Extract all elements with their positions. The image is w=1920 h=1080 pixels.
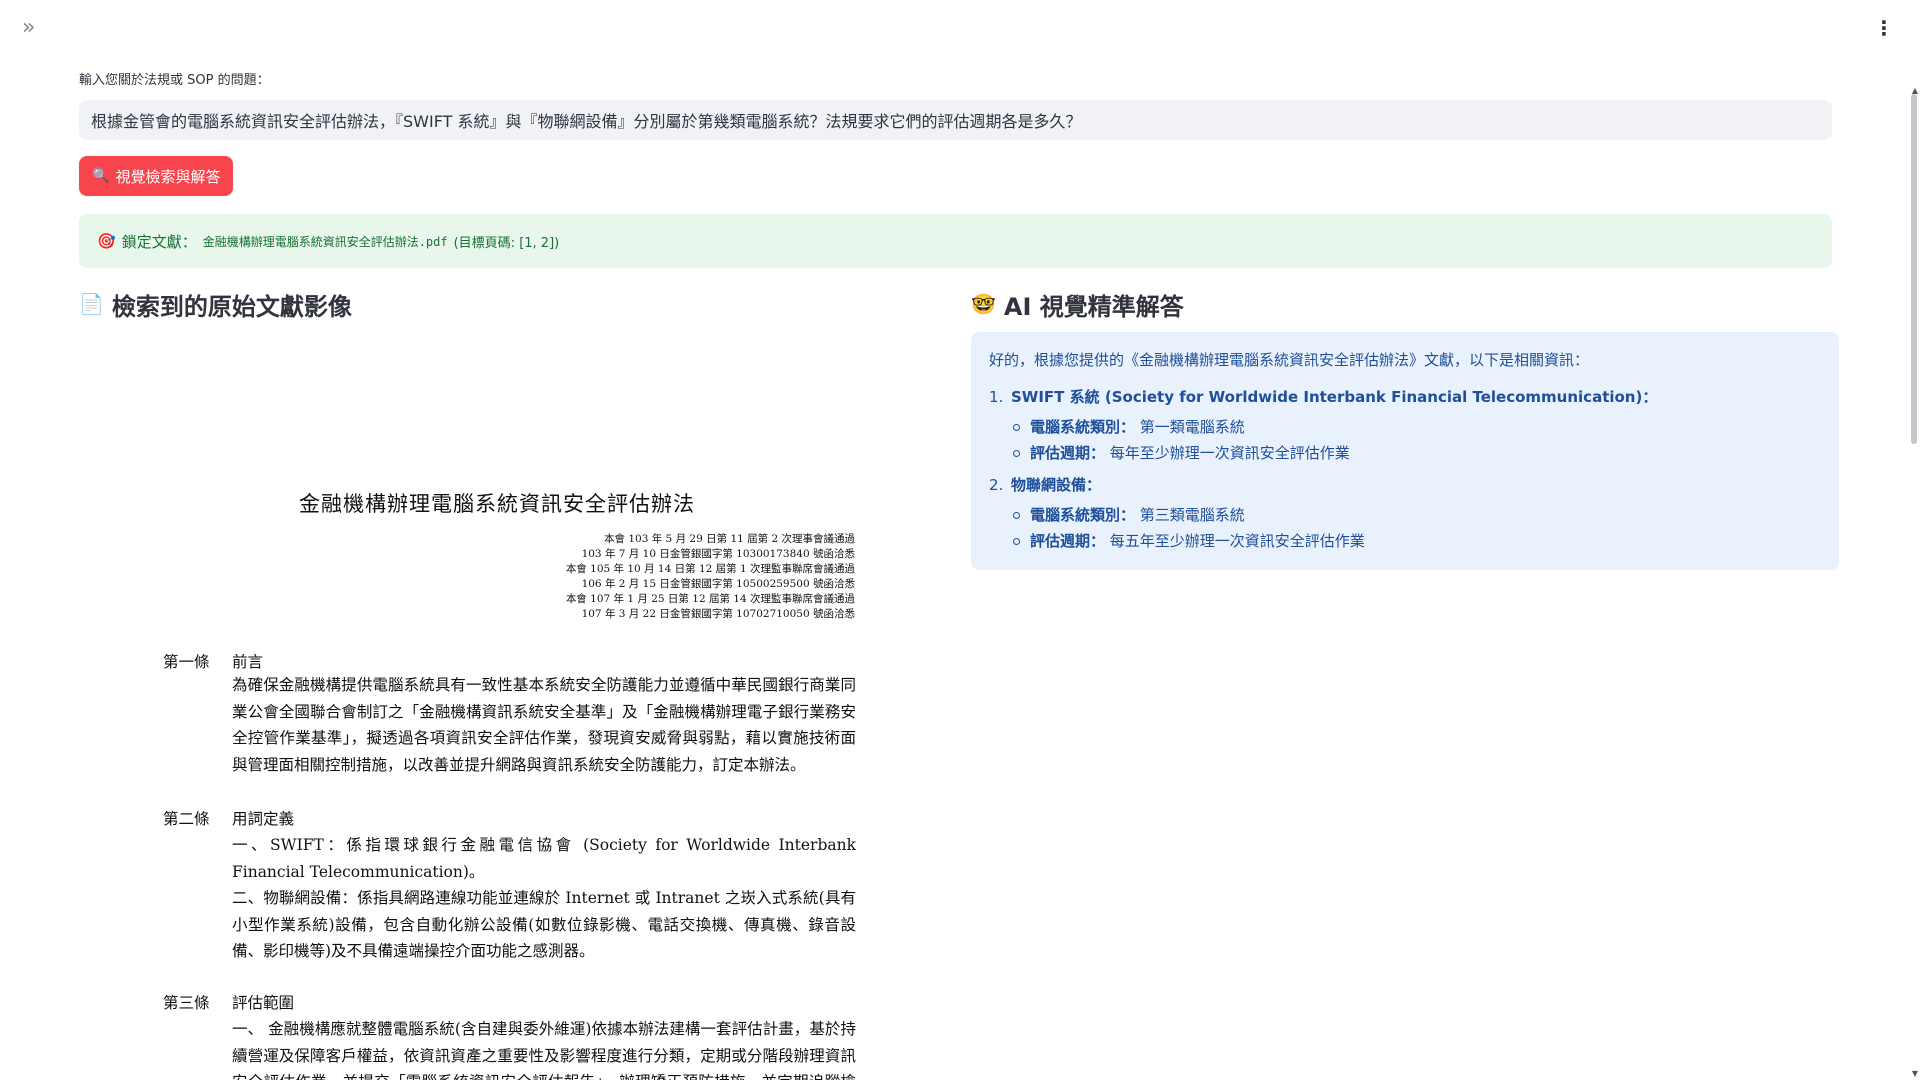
answer-item-title: 物聯網設備： — [1011, 476, 1102, 494]
nerd-face-icon: 🤓 — [971, 292, 996, 316]
article-heading: 前言 — [232, 653, 264, 671]
question-label: 輸入您關於法規或 SOP 的問題： — [79, 73, 270, 88]
target-pages: (目標頁碼: [1, 2]) — [453, 235, 560, 251]
article-heading: 用詞定義 — [232, 810, 295, 828]
article-body: 一、SWIFT：係指環球銀行金融電信協會 (Society for Worldw… — [232, 836, 856, 881]
list-item: 評估週期： 每五年至少辦理一次資訊安全評估作業 — [1013, 528, 1821, 554]
answer-list: 1. SWIFT 系統 (Society for Worldwide Inter… — [989, 386, 1821, 554]
article-body: 一、 金融機構應就整體電腦系統(含自建與委外維運)依據本辦法建構一套評估計畫，基… — [232, 1020, 856, 1080]
alert-prefix: 鎖定文獻： — [121, 232, 197, 251]
list-item: 評估週期： 每年至少辦理一次資訊安全評估作業 — [1013, 440, 1821, 466]
results-columns: 📄 檢索到的原始文獻影像 金融機構辦理電腦系統資訊安全評估辦法 本會 103 年… — [79, 284, 1839, 1080]
magnifier-icon: 🔍 — [92, 168, 110, 184]
scroll-up-icon[interactable]: ▲ — [1912, 86, 1918, 95]
target-icon: 🎯 — [97, 232, 116, 250]
article-number: 第一條 — [163, 653, 210, 671]
scrollbar-thumb[interactable] — [1911, 94, 1917, 444]
article-heading: 評估範圍 — [232, 994, 295, 1012]
ai-answer-column: 🤓 AI 視覺精準解答 好的，根據您提供的《金融機構辦理電腦系統資訊安全評估辦法… — [971, 284, 1839, 1080]
question-input[interactable] — [79, 100, 1832, 140]
circle-bullet-icon — [1013, 449, 1020, 457]
ai-answer-heading: 🤓 AI 視覺精準解答 — [971, 292, 1184, 321]
list-item: 電腦系統類別： 第一類電腦系統 — [1013, 414, 1821, 440]
list-item: 電腦系統類別： 第三類電腦系統 — [1013, 502, 1821, 528]
answer-intro: 好的，根據您提供的《金融機構辦理電腦系統資訊安全評估辦法》文獻，以下是相關資訊： — [989, 351, 1590, 369]
scroll-down-icon[interactable]: ▼ — [1912, 1069, 1918, 1078]
article-number: 第三條 — [163, 994, 210, 1012]
page-facing-up-icon: 📄 — [79, 292, 104, 316]
article-number: 第二條 — [163, 810, 210, 828]
main-menu-icon[interactable]: ⋮ — [1874, 18, 1894, 38]
search-button-label: 視覺檢索與解答 — [115, 167, 221, 186]
document-history: 本會 103 年 5 月 29 日第 11 屆第 2 次理事會議通過 103 年… — [565, 533, 855, 620]
document-page-image: 金融機構辦理電腦系統資訊安全評估辦法 本會 103 年 5 月 29 日第 11… — [79, 324, 939, 1080]
answer-item-title: SWIFT 系統 (Society for Worldwide Interban… — [1011, 388, 1658, 406]
article-body: 二、物聯網設備：係指具網路連線功能並連線於 Internet 或 Intrane… — [232, 889, 856, 960]
original-document-column: 📄 檢索到的原始文獻影像 金融機構辦理電腦系統資訊安全評估辦法 本會 103 年… — [79, 284, 939, 1080]
document-title: 金融機構辦理電腦系統資訊安全評估辦法 — [299, 492, 695, 516]
main-content: 輸入您關於法規或 SOP 的問題： 🔍 視覺檢索與解答 🎯 鎖定文獻： 金融機構… — [79, 70, 1832, 268]
circle-bullet-icon — [1013, 511, 1020, 519]
article-body: 為確保金融機構提供電腦系統具有一致性基本系統安全防護能力並遵循中華民國銀行商業同… — [232, 676, 856, 774]
list-item: 2. 物聯網設備： — [989, 476, 1102, 494]
document-filename: 金融機構辦理電腦系統資訊安全評估辦法.pdf — [202, 234, 448, 249]
sidebar-expand-icon[interactable]: » — [22, 17, 36, 39]
target-document-alert: 🎯 鎖定文獻： 金融機構辦理電腦系統資訊安全評估辦法.pdf (目標頁碼: [1… — [79, 214, 1832, 268]
circle-bullet-icon — [1013, 537, 1020, 545]
original-document-heading: 📄 檢索到的原始文獻影像 — [79, 292, 352, 321]
circle-bullet-icon — [1013, 423, 1020, 431]
ai-answer-box: 好的，根據您提供的《金融機構辦理電腦系統資訊安全評估辦法》文獻，以下是相關資訊：… — [971, 332, 1839, 570]
visual-search-button[interactable]: 🔍 視覺檢索與解答 — [79, 156, 234, 196]
list-item: 1. SWIFT 系統 (Society for Worldwide Inter… — [989, 388, 1658, 406]
